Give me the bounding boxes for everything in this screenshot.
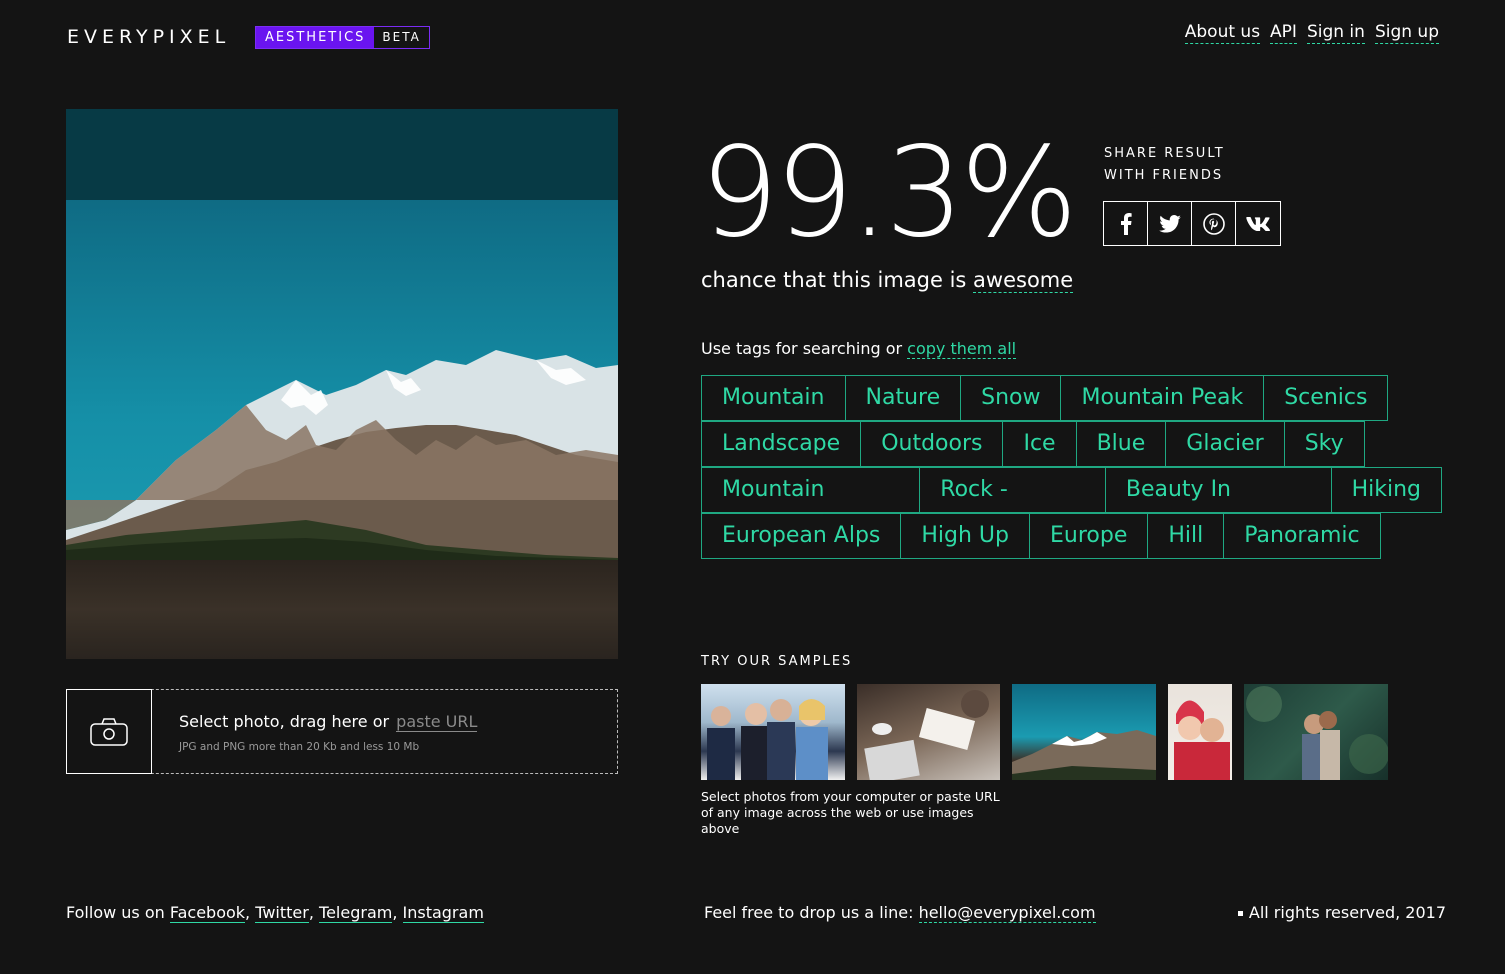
awesome-word[interactable]: awesome	[973, 268, 1074, 293]
tag-item[interactable]: Blue	[1075, 421, 1167, 467]
nav-sign-in[interactable]: Sign in	[1306, 22, 1365, 44]
footer-contact: Feel free to drop us a line: hello@every…	[704, 903, 1096, 923]
nav-about-us[interactable]: About us	[1184, 22, 1261, 44]
tag-item[interactable]: Hiking	[1330, 467, 1443, 513]
footer-rights: All rights reserved, 2017	[1237, 903, 1446, 922]
tag-item[interactable]: European Alps	[701, 513, 902, 559]
camera-icon	[90, 717, 128, 746]
footer-link-instagram[interactable]: Instagram	[402, 903, 484, 923]
tag-item[interactable]: Mountain	[701, 375, 846, 421]
tag-item[interactable]: Sky	[1283, 421, 1365, 467]
sample-couple-forest[interactable]	[1244, 684, 1388, 780]
photo-top-band	[66, 109, 618, 200]
twitter-icon[interactable]	[1148, 202, 1192, 245]
rights-text: All rights reserved, 2017	[1248, 903, 1446, 922]
tag-item[interactable]: Mountain Peak	[1060, 375, 1265, 421]
vk-icon[interactable]	[1236, 202, 1280, 245]
paste-url-link[interactable]: paste URL	[396, 712, 478, 732]
upload-main-text: Select photo, drag here or	[179, 712, 390, 731]
tag-item[interactable]: Rock - Object	[919, 467, 1106, 546]
sample-mountains[interactable]	[1012, 684, 1156, 780]
aesthetics-beta-badge: AESTHETICS BETA	[255, 26, 430, 49]
tag-item[interactable]: Nature	[844, 375, 962, 421]
footer-link-telegram[interactable]: Telegram	[319, 903, 393, 923]
footer-link-facebook[interactable]: Facebook	[169, 903, 246, 923]
facebook-icon[interactable]	[1104, 202, 1148, 245]
nav-sign-up[interactable]: Sign up	[1374, 22, 1439, 44]
footer-social: Follow us on Facebook, Twitter, Telegram…	[66, 903, 484, 923]
nav-api[interactable]: API	[1270, 22, 1297, 44]
tag-row: Mountain Range Rock - Object Beauty In N…	[701, 467, 1443, 546]
tag-item[interactable]: Mountain Range	[701, 467, 921, 546]
upload-dropzone[interactable]: Select photo, drag here or paste URL JPG…	[66, 689, 618, 774]
bullet-icon	[1237, 911, 1243, 916]
badge-secondary: BETA	[374, 27, 429, 48]
tag-item[interactable]: Ice	[1002, 421, 1077, 467]
share-label-line2: WITH FRIENDS	[1104, 168, 1224, 183]
tag-item[interactable]: High Up	[900, 513, 1030, 559]
tag-hint: Use tags for searching or copy them all	[701, 339, 1017, 359]
upload-instructions: Select photo, drag here or paste URL	[179, 712, 478, 732]
tag-item[interactable]: Landscape	[701, 421, 862, 467]
samples-caption-line1: Select photos from your computer or past…	[701, 789, 1000, 804]
tag-hint-prefix: Use tags for searching or	[701, 339, 903, 358]
photo-ground	[66, 560, 618, 659]
share-buttons	[1103, 201, 1281, 246]
tag-item[interactable]: Scenics	[1263, 375, 1389, 421]
tag-item[interactable]: Snow	[960, 375, 1062, 421]
tag-item[interactable]: Glacier	[1165, 421, 1285, 467]
samples-caption: Select photos from your computer or past…	[701, 789, 1001, 837]
footer-link-twitter[interactable]: Twitter	[255, 903, 309, 923]
sample-business-people[interactable]	[701, 684, 845, 780]
contact-prefix: Feel free to drop us a line:	[704, 903, 914, 922]
tag-item[interactable]: Europe	[1029, 513, 1149, 559]
chance-prefix: chance that this image is	[701, 268, 967, 292]
tag-item[interactable]: Panoramic	[1223, 513, 1381, 559]
tag-item[interactable]: Beauty In Nature	[1104, 467, 1332, 546]
upload-requirements: JPG and PNG more than 20 Kb and less 10 …	[179, 741, 420, 753]
tag-row: Landscape Outdoors Ice Blue Glacier Sky	[701, 421, 1441, 467]
tag-item[interactable]: Hill	[1147, 513, 1225, 559]
aesthetic-score: 99.3%	[700, 121, 1078, 265]
tag-row: Mountain Nature Snow Mountain Peak Sceni…	[701, 375, 1441, 421]
tag-row: European Alps High Up Europe Hill Panora…	[701, 513, 1441, 559]
share-label-line1: SHARE RESULT	[1104, 146, 1225, 161]
mountain-illustration	[66, 350, 618, 560]
sample-couple-winter[interactable]	[1168, 684, 1232, 780]
pinterest-icon[interactable]	[1192, 202, 1236, 245]
chance-text: chance that this image is awesome	[701, 268, 1074, 293]
analyzed-photo	[66, 109, 618, 659]
logo[interactable]: EVERYPIXEL	[67, 26, 230, 48]
top-nav: About us API Sign in Sign up	[1184, 22, 1439, 44]
tag-cloud: Mountain Nature Snow Mountain Peak Sceni…	[701, 375, 1443, 559]
copy-all-tags-link[interactable]: copy them all	[907, 339, 1017, 359]
tag-item[interactable]: Outdoors	[860, 421, 1004, 467]
camera-button[interactable]	[66, 689, 152, 774]
contact-email-link[interactable]: hello@everypixel.com	[918, 903, 1096, 923]
badge-primary: AESTHETICS	[256, 27, 375, 48]
sample-workspace[interactable]	[857, 684, 1000, 780]
samples-label: TRY OUR SAMPLES	[701, 654, 853, 669]
samples-caption-line2: of any image across the web or use image…	[701, 805, 974, 836]
share-label: SHARE RESULT WITH FRIENDS	[1104, 143, 1225, 187]
follow-prefix: Follow us on	[66, 903, 165, 922]
